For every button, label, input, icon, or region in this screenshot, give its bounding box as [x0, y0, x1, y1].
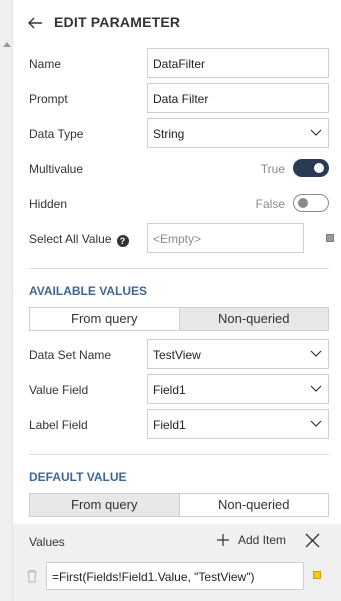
- select-all-label: Select All Value?: [29, 232, 129, 247]
- dataset-select[interactable]: TestView: [147, 339, 329, 369]
- toggle-knob: [298, 198, 308, 208]
- data-type-row: Data Type String: [29, 118, 329, 150]
- toggle-knob: [314, 163, 324, 173]
- multivalue-state-text: True: [260, 162, 285, 176]
- prompt-input[interactable]: Data Filter: [147, 83, 329, 113]
- dataset-row: Data Set Name TestView: [29, 339, 329, 371]
- available-values-title: AVAILABLE VALUES: [29, 284, 148, 298]
- scrollbar[interactable]: [0, 0, 13, 601]
- plus-icon: [217, 534, 229, 546]
- label-field-select[interactable]: Field1: [147, 409, 329, 439]
- chevron-down-icon: [310, 385, 322, 392]
- add-item-button[interactable]: Add Item: [216, 533, 286, 547]
- trash-icon[interactable]: [26, 569, 38, 583]
- value-field-row: Value Field Field1: [29, 374, 329, 406]
- default-values-area: Values Add Item =First(Fields!Field1.Val…: [13, 524, 341, 601]
- data-type-value: String: [153, 127, 185, 141]
- select-all-placeholder: <Empty>: [153, 232, 202, 246]
- expression-marker-icon[interactable]: [326, 234, 334, 242]
- chevron-down-icon: [310, 420, 322, 427]
- default-value-expression-input[interactable]: =First(Fields!Field1.Value, "TestView"): [46, 562, 304, 590]
- help-icon[interactable]: ?: [116, 235, 129, 247]
- hidden-label: Hidden: [29, 197, 68, 211]
- data-type-label: Data Type: [29, 127, 84, 141]
- label-field-row: Label Field Field1: [29, 409, 329, 441]
- select-all-row: Select All Value? <Empty>: [29, 223, 334, 255]
- prompt-label: Prompt: [29, 92, 68, 106]
- back-arrow-icon[interactable]: [27, 15, 43, 31]
- tab-non-queried[interactable]: Non-queried: [178, 494, 328, 516]
- value-field-label: Value Field: [29, 383, 89, 397]
- expression-marker-icon[interactable]: [313, 571, 321, 579]
- multivalue-row: Multivalue True: [29, 153, 329, 185]
- hidden-state-text: False: [255, 197, 285, 211]
- multivalue-label: Multivalue: [29, 162, 84, 176]
- label-field-label: Label Field: [29, 418, 88, 432]
- add-item-label: Add Item: [238, 533, 287, 547]
- available-values-tabs: From query Non-queried: [29, 307, 329, 331]
- tab-non-queried[interactable]: Non-queried: [178, 308, 328, 330]
- close-icon[interactable]: [305, 533, 320, 548]
- value-field-value: Field1: [153, 383, 186, 397]
- default-value-title: DEFAULT VALUE: [29, 470, 127, 484]
- select-all-label-text: Select All Value: [29, 232, 112, 246]
- label-field-value: Field1: [153, 418, 186, 432]
- dataset-value: TestView: [153, 348, 201, 362]
- divider: [29, 454, 329, 455]
- chevron-down-icon: [310, 129, 322, 136]
- dataset-label: Data Set Name: [29, 348, 112, 362]
- hidden-toggle[interactable]: [293, 194, 329, 212]
- default-value-tabs: From query Non-queried: [29, 493, 329, 517]
- name-row: Name DataFilter: [29, 48, 329, 80]
- scroll-up-icon[interactable]: [3, 42, 11, 47]
- name-label: Name: [29, 57, 62, 71]
- tab-from-query[interactable]: From query: [30, 494, 179, 516]
- edit-parameter-panel: EDIT PARAMETER Name DataFilter Prompt Da…: [13, 0, 341, 601]
- divider: [29, 268, 329, 269]
- chevron-down-icon: [310, 350, 322, 357]
- panel-header: EDIT PARAMETER: [13, 0, 341, 46]
- data-type-select[interactable]: String: [147, 118, 329, 148]
- page-title: EDIT PARAMETER: [54, 14, 181, 30]
- prompt-row: Prompt Data Filter: [29, 83, 329, 115]
- multivalue-toggle[interactable]: [293, 159, 329, 177]
- tab-from-query[interactable]: From query: [30, 308, 179, 330]
- hidden-row: Hidden False: [29, 188, 329, 220]
- name-input[interactable]: DataFilter: [147, 48, 329, 78]
- value-field-select[interactable]: Field1: [147, 374, 329, 404]
- select-all-input[interactable]: <Empty>: [147, 223, 304, 253]
- values-label: Values: [29, 535, 65, 549]
